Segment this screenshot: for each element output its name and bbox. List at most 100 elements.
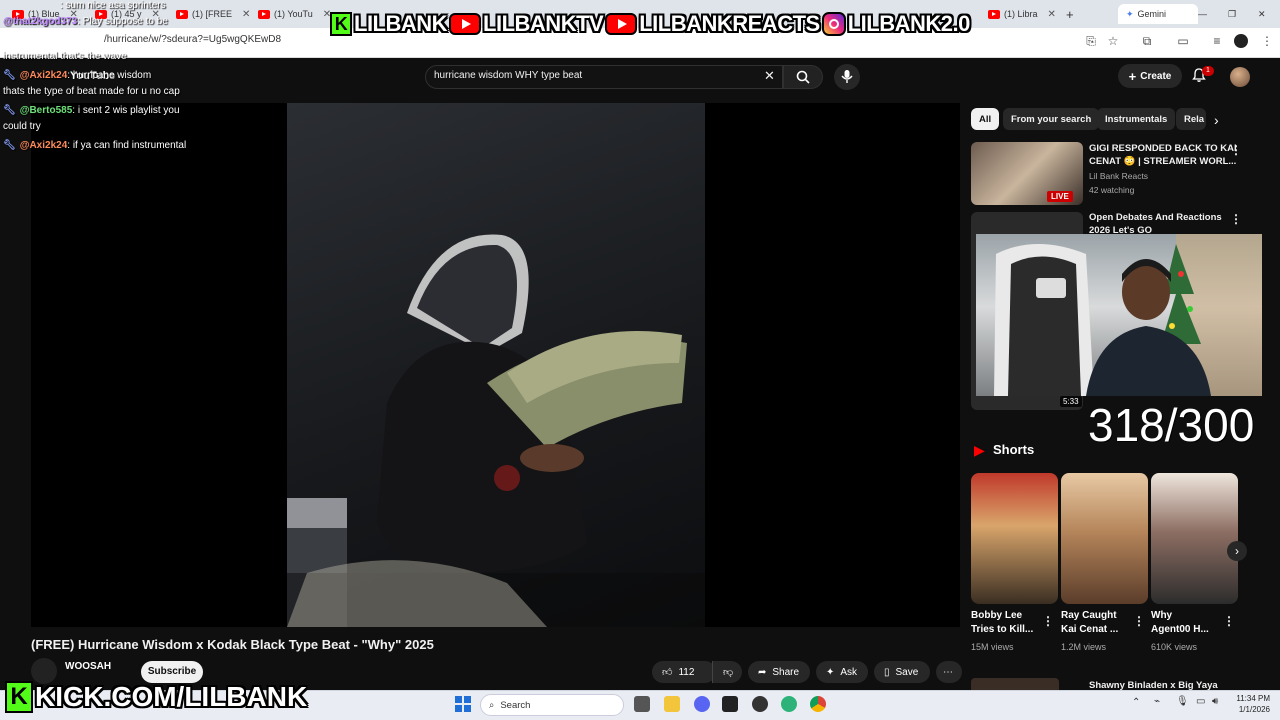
browser-tab[interactable]: (1) Libra ✕ (988, 4, 1056, 24)
more-vertical-icon[interactable]: ⋮ (1042, 614, 1054, 628)
chat-message: thats the type of beat made for u no cap (3, 86, 180, 97)
file-explorer-icon[interactable] (664, 696, 680, 712)
volume-icon[interactable]: 🔊︎ (1212, 696, 1218, 707)
share-button[interactable]: ➦ Share (748, 661, 810, 683)
save-button[interactable]: ▯ Save (874, 661, 930, 683)
recommendation-title-line[interactable]: Open Debates And Reactions (1089, 211, 1222, 224)
discord-icon[interactable] (694, 696, 710, 712)
more-horizontal-icon: ⋯ (943, 666, 953, 678)
like-button[interactable]: 👍︎ 112 (652, 661, 716, 683)
app-icon[interactable] (781, 696, 797, 712)
task-view-icon[interactable] (634, 696, 650, 712)
app-icon[interactable] (722, 696, 738, 712)
chip-related[interactable]: Rela (1176, 108, 1206, 130)
recommendation-title-line[interactable]: GIGI RESPONDED BACK TO KAI (1089, 142, 1237, 155)
recommendation-channel[interactable]: Lil Bank Reacts (1089, 171, 1148, 181)
short-title[interactable]: Bobby Lee Tries to Kill... (971, 609, 1033, 637)
short-thumbnail[interactable] (971, 473, 1058, 604)
duration-badge: 5:33 (1060, 396, 1082, 407)
chip-instrumentals[interactable]: Instrumentals (1097, 108, 1176, 130)
network-icon[interactable]: ⌁ (1154, 696, 1160, 707)
clear-search-icon[interactable]: ✕ (764, 68, 775, 84)
search-button[interactable] (783, 65, 823, 89)
stream-banner: K LILBANK LILBANKTV LILBANKREACTS LILBANK… (330, 9, 970, 39)
more-vertical-icon[interactable]: ⋮ (1230, 212, 1242, 226)
obs-icon[interactable] (752, 696, 768, 712)
browser-menu-icon[interactable]: ⋮ (1260, 34, 1274, 48)
maximize-button[interactable]: ❐ (1228, 4, 1236, 24)
video-frame[interactable] (287, 103, 705, 627)
wrench-badge-icon: 🔧︎ (3, 105, 16, 116)
instagram-icon (821, 12, 846, 36)
chrome-icon[interactable] (810, 696, 826, 712)
chevron-right-icon[interactable]: › (1214, 112, 1219, 128)
search-icon: ⌕ (489, 699, 495, 711)
browser-tab[interactable]: (1) YouTu ✕ (258, 4, 331, 24)
kick-icon: K (5, 681, 33, 713)
thumbs-down-icon: 👎︎ (723, 667, 734, 678)
close-tab-icon[interactable]: ✕ (242, 9, 250, 20)
chip-from-your-search[interactable]: From your search (1003, 108, 1100, 130)
chat-message: 🔧︎ @Berto585: i sent 2 wis playlist you (3, 105, 180, 116)
more-vertical-icon[interactable]: ⋮ (1133, 614, 1145, 628)
channel-name[interactable]: WOOSAH (65, 661, 111, 672)
more-vertical-icon[interactable]: ⋮ (1223, 614, 1235, 628)
tray-chevron-icon[interactable]: ⌃ (1132, 697, 1140, 708)
youtube-icon (176, 9, 188, 19)
sparkle-icon: ✦ (826, 666, 835, 678)
banner-kick: K LILBANK (330, 11, 448, 37)
more-vertical-icon[interactable]: ⋮ (1230, 143, 1242, 157)
taskbar-clock[interactable]: 11:34 PM 1/1/2026 (1226, 693, 1270, 715)
search-icon (796, 70, 810, 84)
chip-all[interactable]: All (971, 108, 1000, 130)
create-button[interactable]: + Create (1118, 64, 1182, 88)
recommendation-thumbnail[interactable] (971, 678, 1059, 690)
short-thumbnail[interactable] (1061, 473, 1148, 604)
dislike-button[interactable]: 👎︎ (712, 661, 742, 683)
bookmark-icon: ▯ (884, 666, 890, 678)
profile-icon[interactable] (1234, 34, 1248, 48)
bookmark-star-icon[interactable]: ☆ (1106, 34, 1120, 48)
shorts-next-arrow-icon[interactable]: › (1227, 541, 1247, 561)
chat-message: 🔧︎ @Axi2k24: if ya can find instrumental (3, 140, 187, 151)
wrench-badge-icon: 🔧︎ (3, 70, 16, 81)
plus-icon: + (1128, 68, 1137, 84)
cast-icon[interactable]: ▭ (1176, 34, 1190, 48)
video-thumbnail-art (287, 234, 705, 627)
short-views: 15M views (971, 642, 1014, 652)
thumbs-up-icon: 👍︎ (662, 667, 673, 678)
url-field[interactable]: /hurricane/w/?sdeura?=Ug5wgQKEwD8 (104, 34, 281, 45)
short-title[interactable]: Ray Caught Kai Cenat ... (1061, 609, 1118, 637)
install-icon[interactable]: ⎘ (1084, 34, 1098, 48)
short-title[interactable]: Why Agent00 H... (1151, 609, 1209, 637)
minimize-button[interactable]: — (1198, 4, 1207, 24)
close-window-button[interactable]: ✕ (1258, 4, 1266, 24)
browser-tab-active[interactable]: ✦ Gemini (1118, 4, 1198, 24)
youtube-icon (988, 9, 1000, 19)
voice-search-button[interactable] (834, 64, 860, 90)
goal-counter: 318/300 (1088, 399, 1255, 451)
browser-tab[interactable]: (1) [FREE ✕ (176, 4, 250, 24)
youtube-icon (605, 13, 638, 35)
extensions-icon[interactable]: ⧉ (1140, 34, 1154, 48)
microphone-tray-icon[interactable]: 🎙︎ (1176, 696, 1189, 707)
windows-start-icon[interactable] (455, 696, 471, 712)
recommendation-title-line[interactable]: CENAT 😳 | STREAMER WORL... (1089, 155, 1236, 168)
new-tab-button[interactable]: + (1066, 4, 1074, 24)
banner-youtube: LILBANKREACTS (605, 11, 820, 37)
ask-button[interactable]: ✦ Ask (816, 661, 868, 683)
kick-url-overlay: K KICK.COM/LILBANK (5, 680, 307, 714)
display-icon[interactable]: ▭ (1196, 696, 1205, 707)
taskbar-search[interactable]: ⌕ Search (480, 694, 624, 716)
close-tab-icon[interactable]: ✕ (1048, 9, 1056, 20)
reading-list-icon[interactable]: ≡ (1210, 34, 1224, 48)
more-actions-button[interactable]: ⋯ (936, 661, 962, 683)
chat-message: : sum nice asa sprinters (60, 0, 166, 11)
wrench-badge-icon: 🔧︎ (3, 140, 16, 151)
webcam-overlay (976, 234, 1262, 396)
short-thumbnail[interactable] (1151, 473, 1238, 604)
chat-message: could try (3, 121, 41, 132)
gemini-icon: ✦ (1126, 8, 1134, 19)
streamer-cam-art (994, 234, 1262, 396)
account-avatar[interactable] (1230, 67, 1250, 87)
